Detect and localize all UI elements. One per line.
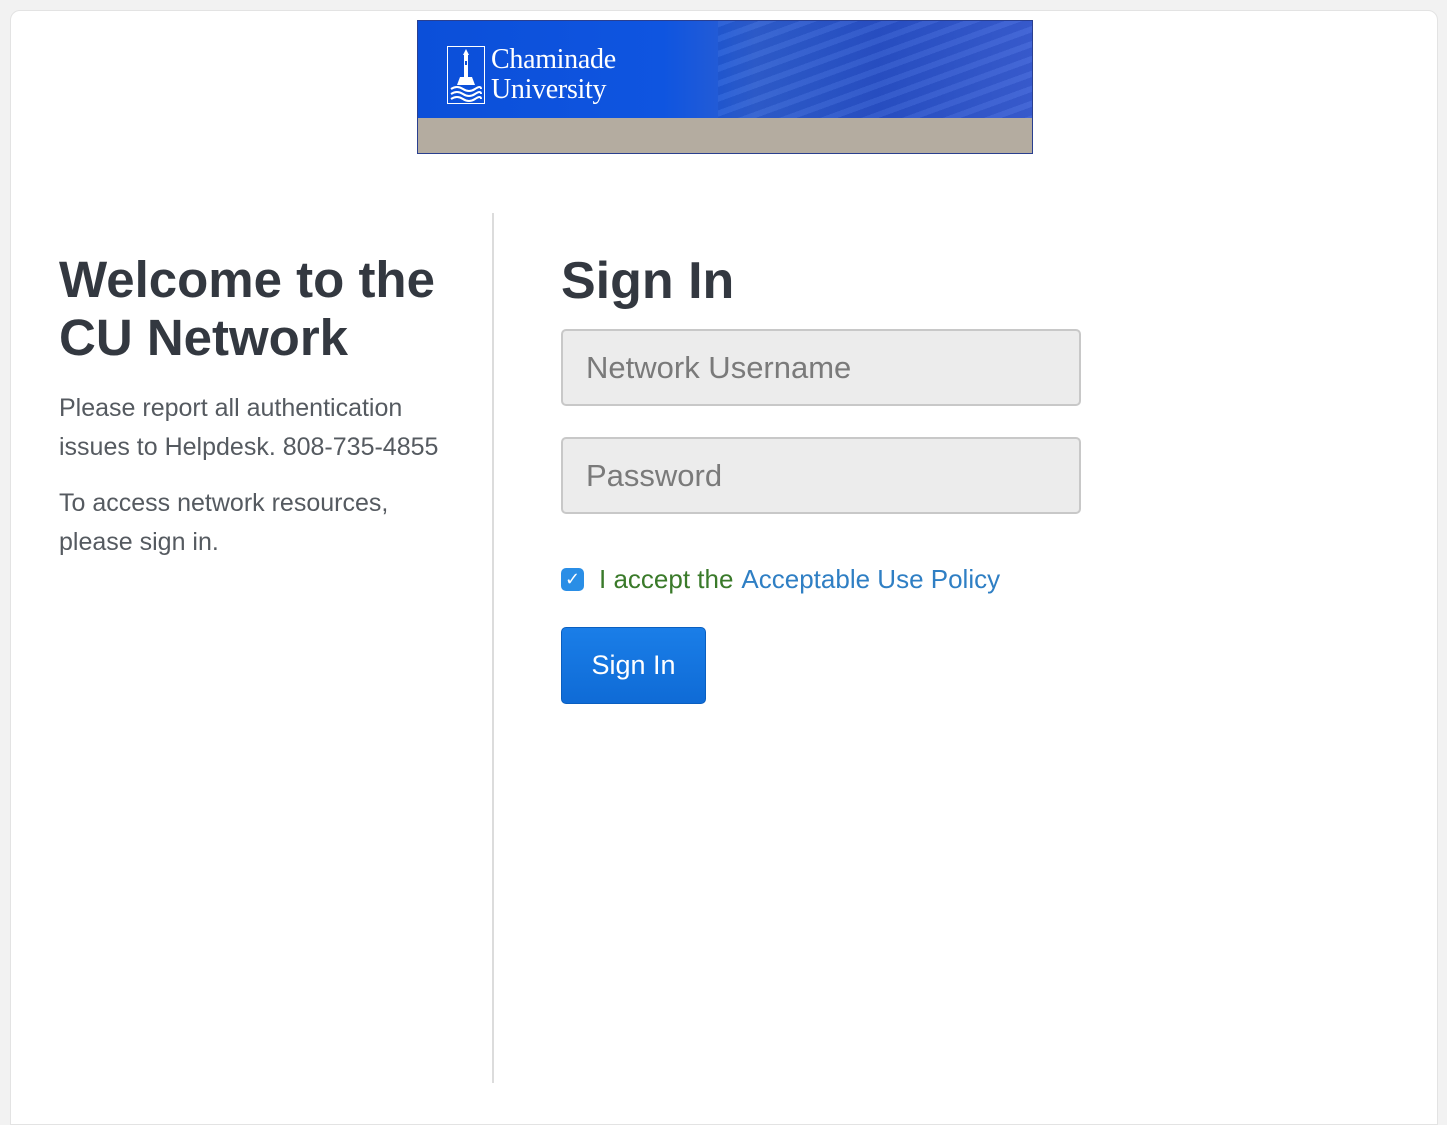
logo-line-2: University (491, 74, 607, 105)
chaminade-logo-icon (447, 46, 485, 104)
accept-policy-row: ✓ I accept the Acceptable Use Policy (561, 564, 1101, 594)
accept-policy-checkbox[interactable]: ✓ (561, 567, 584, 591)
username-input[interactable] (561, 329, 1081, 406)
welcome-heading: Welcome to the CU Network (59, 251, 459, 367)
signin-panel: Sign In ✓ I accept the Acceptable Use Po… (561, 251, 1101, 704)
welcome-panel: Welcome to the CU Network Please report … (59, 251, 459, 561)
column-divider (492, 213, 494, 1083)
welcome-heading-line-2: CU Network (59, 309, 349, 366)
logo-line-1: Chaminade (491, 44, 616, 75)
welcome-heading-line-1: Welcome to the (59, 251, 435, 308)
signin-heading: Sign In (561, 252, 735, 310)
helpdesk-notice: Please report all authentication issues … (59, 394, 439, 461)
access-instructions: To access network resources, please sign… (59, 489, 389, 556)
accept-policy-label: I accept the (599, 563, 734, 594)
university-name: Chaminade University (491, 45, 616, 105)
password-input[interactable] (561, 437, 1081, 514)
banner-tan-band (418, 118, 1032, 153)
acceptable-use-policy-link[interactable]: Acceptable Use Policy (741, 564, 1000, 595)
login-card: Chaminade University Welcome to the CU N… (10, 10, 1438, 1125)
signin-button[interactable]: Sign In (561, 627, 706, 704)
checkmark-icon: ✓ (564, 568, 581, 589)
university-banner: Chaminade University (417, 20, 1033, 154)
